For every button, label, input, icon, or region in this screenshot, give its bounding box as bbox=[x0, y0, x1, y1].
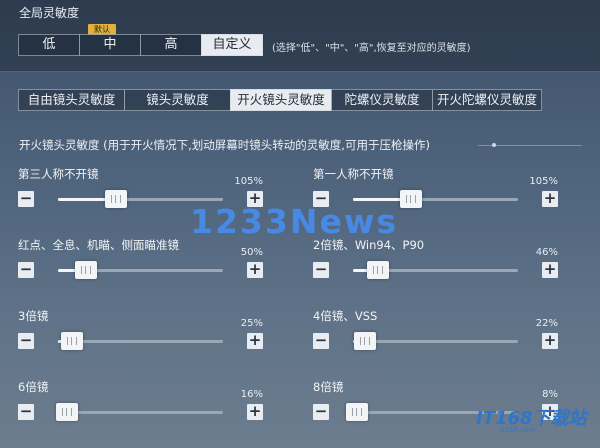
tab-gyroscope[interactable]: 陀螺仪灵敏度 bbox=[331, 89, 433, 111]
slider-thumb[interactable] bbox=[74, 261, 97, 279]
decrease-button[interactable]: − bbox=[313, 262, 329, 278]
grip-icon bbox=[110, 195, 121, 203]
slider-track[interactable] bbox=[58, 190, 223, 208]
preset-medium-button[interactable]: 中 bbox=[79, 34, 141, 56]
increase-button[interactable]: + bbox=[247, 262, 263, 278]
global-sensitivity-title: 全局灵敏度 bbox=[19, 6, 80, 20]
slider-value: 8% bbox=[542, 389, 558, 400]
preset-high-button[interactable]: 高 bbox=[140, 34, 202, 56]
slider-track[interactable] bbox=[353, 261, 518, 279]
sensitivity-slider: 6倍镜 16% − + bbox=[18, 379, 263, 439]
decrease-button[interactable]: − bbox=[18, 404, 34, 420]
slider-track[interactable] bbox=[353, 332, 518, 350]
slider-thumb[interactable] bbox=[346, 403, 369, 421]
slider-value: 25% bbox=[240, 318, 263, 329]
slider-label: 第三人称不开镜 bbox=[18, 167, 99, 181]
grip-icon bbox=[373, 266, 384, 274]
preset-low-button[interactable]: 低 bbox=[18, 34, 80, 56]
sensitivity-slider: 红点、全息、机瞄、侧面瞄准镜 50% − + bbox=[18, 237, 263, 297]
slider-label: 6倍镜 bbox=[18, 380, 49, 394]
sensitivity-slider: 2倍镜、Win94、P90 46% − + bbox=[313, 237, 558, 297]
decrease-button[interactable]: − bbox=[313, 404, 329, 420]
slider-thumb[interactable] bbox=[367, 261, 390, 279]
increase-button[interactable]: + bbox=[542, 333, 558, 349]
slider-thumb[interactable] bbox=[104, 190, 127, 208]
slider-label: 红点、全息、机瞄、侧面瞄准镜 bbox=[18, 238, 179, 252]
preset-custom-button[interactable]: 自定义 bbox=[201, 34, 263, 56]
slider-track[interactable] bbox=[55, 403, 223, 421]
increase-button[interactable]: + bbox=[247, 333, 263, 349]
slider-track[interactable] bbox=[58, 332, 223, 350]
slider-thumb[interactable] bbox=[354, 332, 377, 350]
slider-thumb[interactable] bbox=[399, 190, 422, 208]
increase-button[interactable]: + bbox=[247, 404, 263, 420]
grip-icon bbox=[66, 337, 77, 345]
grip-icon bbox=[61, 408, 72, 416]
preset-selector: 低 中 高 自定义 bbox=[18, 34, 263, 56]
sensitivity-slider: 4倍镜、VSS 22% − + bbox=[313, 308, 558, 368]
sensitivity-tabs: 自由镜头灵敏度 镜头灵敏度 开火镜头灵敏度 陀螺仪灵敏度 开火陀螺仪灵敏度 bbox=[18, 89, 542, 111]
increase-button[interactable]: + bbox=[542, 191, 558, 207]
tab-fire-gyroscope[interactable]: 开火陀螺仪灵敏度 bbox=[432, 89, 542, 111]
decrease-button[interactable]: − bbox=[313, 333, 329, 349]
global-sensitivity-panel: 全局灵敏度 默认 低 中 高 自定义 (选择"低"、"中"、"高",恢复至对应的… bbox=[0, 0, 600, 72]
slider-value: 105% bbox=[234, 176, 263, 187]
decrease-button[interactable]: − bbox=[18, 333, 34, 349]
grip-icon bbox=[80, 266, 91, 274]
slider-label: 第一人称不开镜 bbox=[313, 167, 394, 181]
site-logo: IT168下载站 it168.com bbox=[458, 400, 598, 442]
slider-value: 22% bbox=[535, 318, 558, 329]
grip-icon bbox=[405, 195, 416, 203]
site-logo-subtext: it168.com bbox=[500, 426, 536, 434]
decrease-button[interactable]: − bbox=[18, 262, 34, 278]
slider-value: 105% bbox=[529, 176, 558, 187]
slider-label: 4倍镜、VSS bbox=[313, 309, 378, 323]
slider-track[interactable] bbox=[58, 261, 223, 279]
decrease-button[interactable]: − bbox=[18, 191, 34, 207]
slider-thumb[interactable] bbox=[55, 403, 78, 421]
increase-button[interactable]: + bbox=[542, 262, 558, 278]
slider-label: 8倍镜 bbox=[313, 380, 344, 394]
grip-icon bbox=[360, 337, 371, 345]
sensitivity-slider: 3倍镜 25% − + bbox=[18, 308, 263, 368]
section-title: 开火镜头灵敏度 (用于开火情况下,划动屏幕时镜头转动的灵敏度,可用于压枪操作) bbox=[19, 138, 430, 152]
tab-fire-camera[interactable]: 开火镜头灵敏度 bbox=[230, 89, 332, 111]
slider-value: 50% bbox=[240, 247, 263, 258]
preset-hint: (选择"低"、"中"、"高",恢复至对应的灵敏度) bbox=[272, 43, 471, 54]
slider-label: 3倍镜 bbox=[18, 309, 49, 323]
slider-value: 46% bbox=[535, 247, 558, 258]
tab-free-camera[interactable]: 自由镜头灵敏度 bbox=[18, 89, 125, 111]
watermark: 1233News bbox=[190, 202, 398, 241]
slider-value: 16% bbox=[240, 389, 263, 400]
slider-track[interactable] bbox=[353, 190, 518, 208]
section-dot bbox=[492, 143, 496, 147]
slider-thumb[interactable] bbox=[60, 332, 83, 350]
tab-camera[interactable]: 镜头灵敏度 bbox=[124, 89, 231, 111]
grip-icon bbox=[352, 408, 363, 416]
